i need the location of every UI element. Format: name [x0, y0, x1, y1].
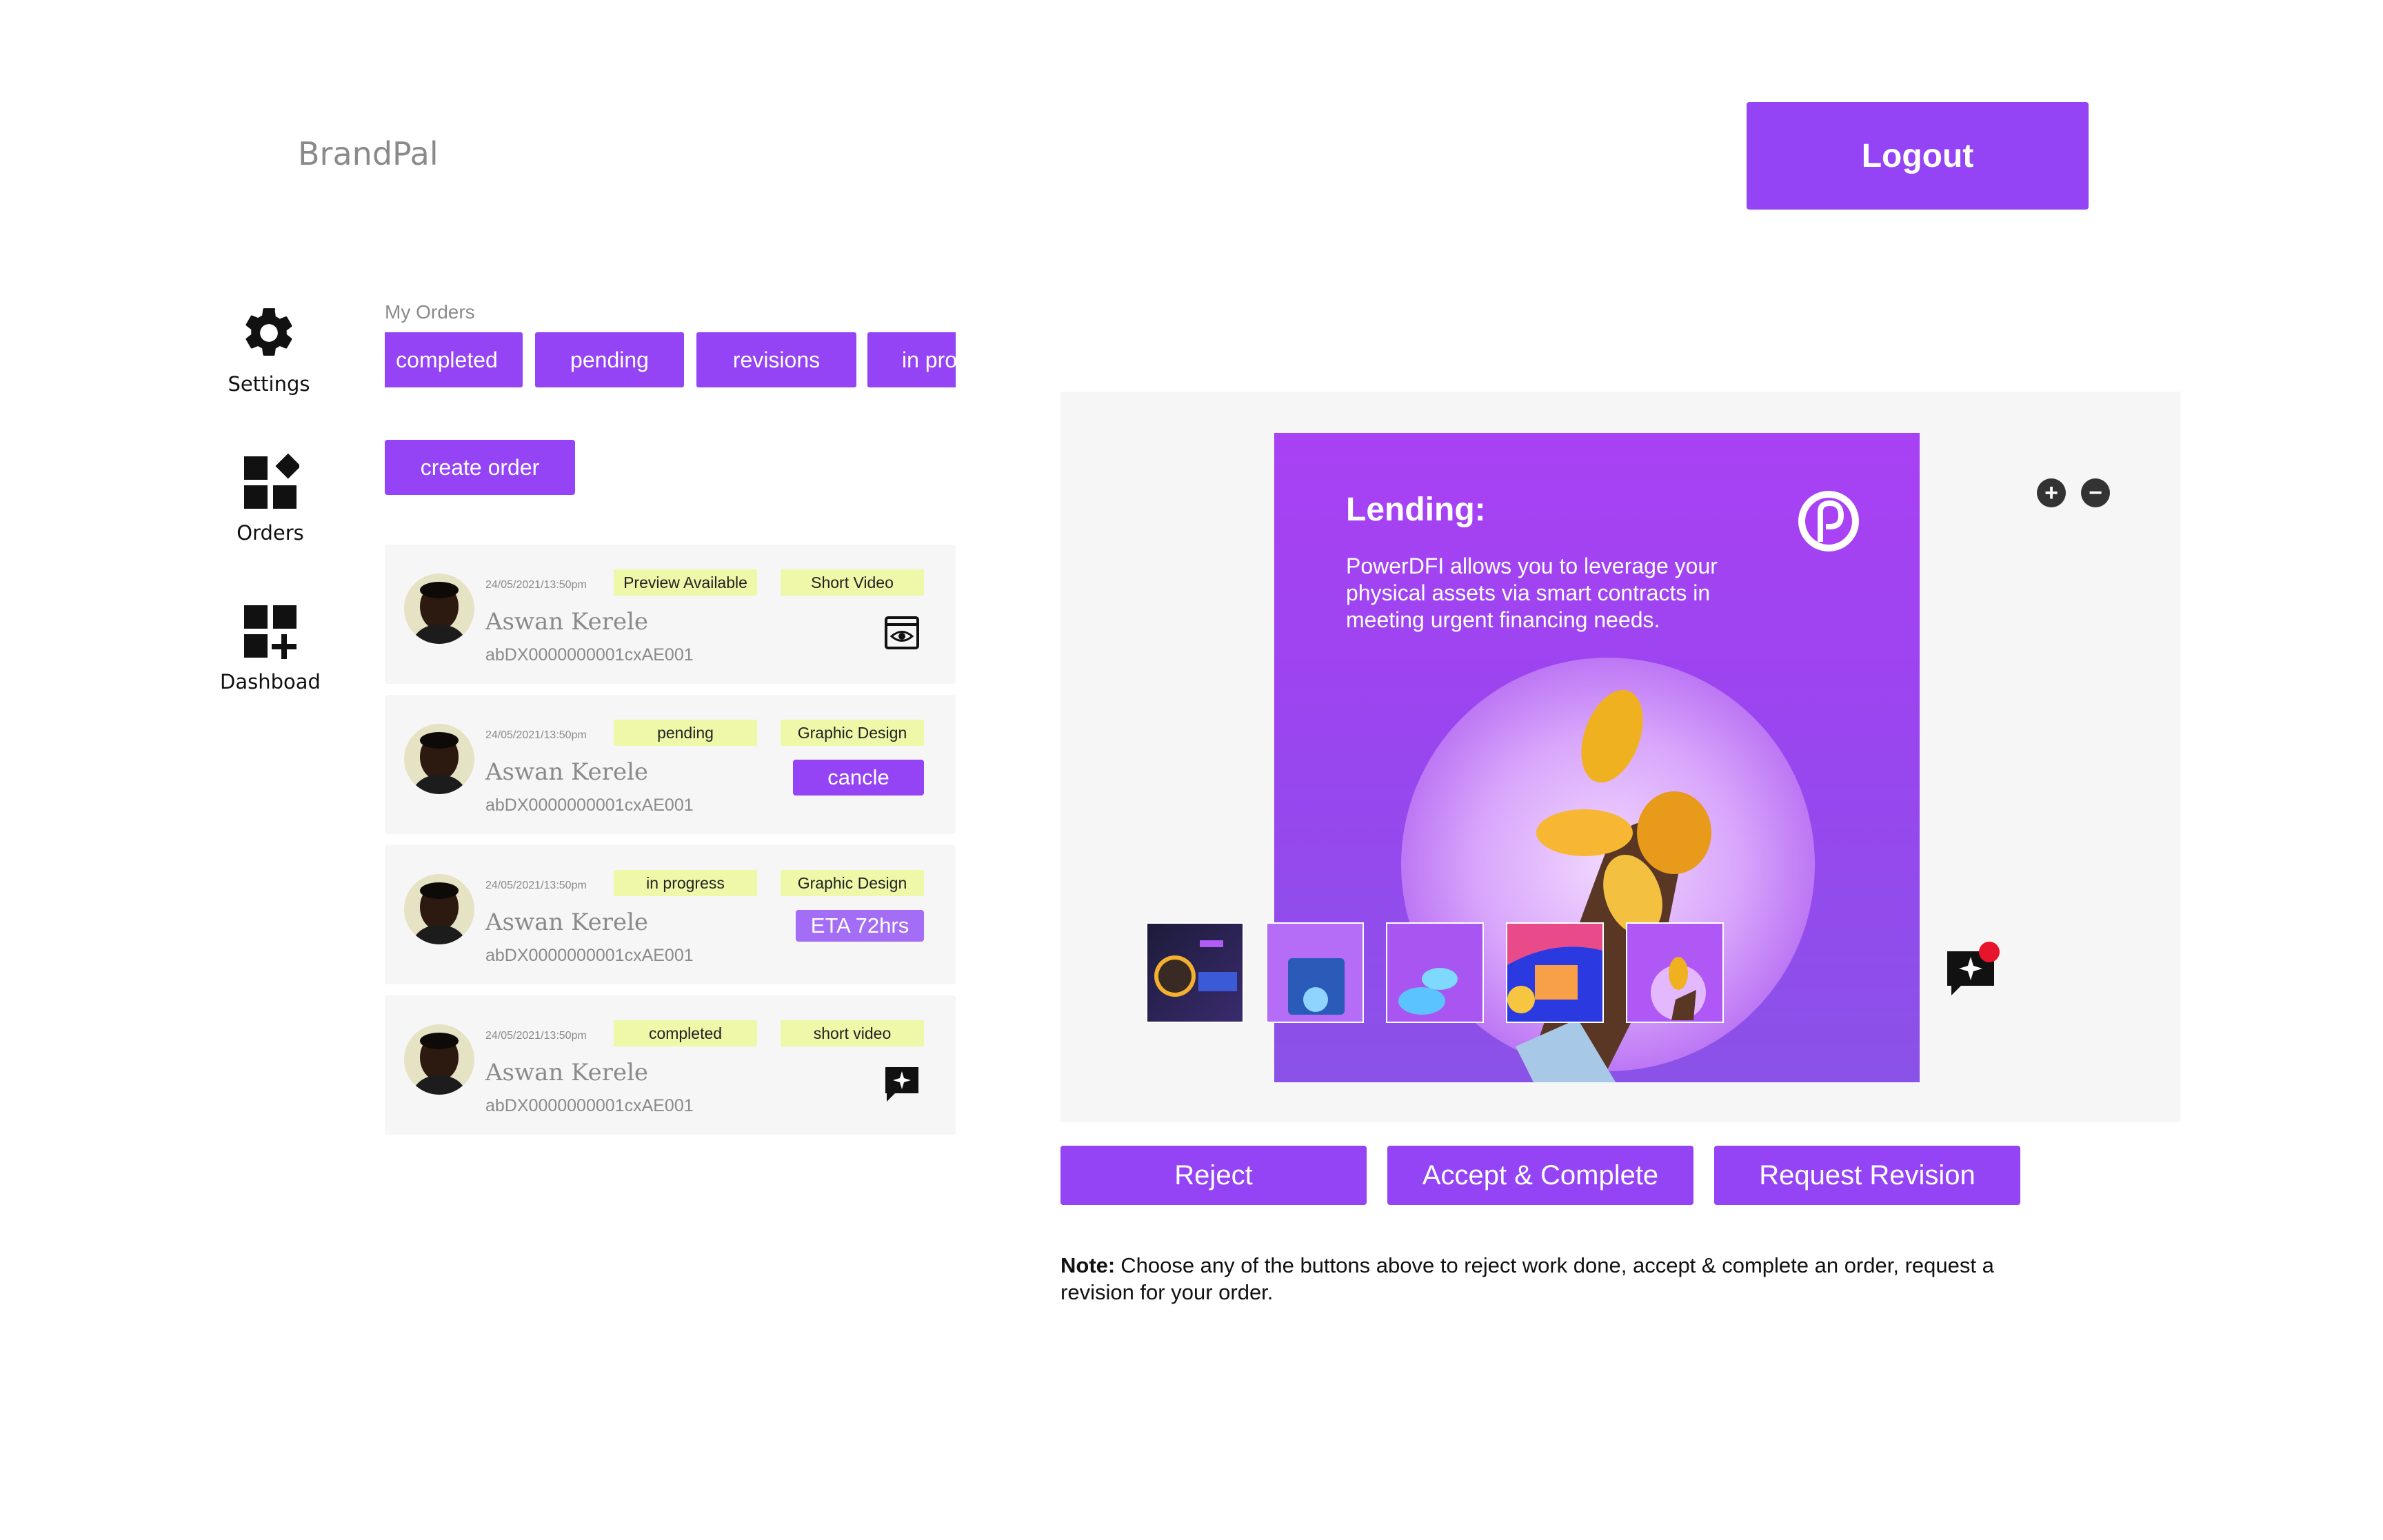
thumbnail-5[interactable] — [1626, 922, 1724, 1023]
avatar — [404, 574, 474, 644]
order-timestamp: 24/05/2021/13:50pm — [485, 1030, 587, 1042]
order-code: abDX0000000001cxAE001 — [485, 645, 694, 665]
thumbnail-4[interactable] — [1506, 922, 1604, 1023]
client-name: Aswan Kerele — [485, 608, 649, 636]
note-body: Choose any of the buttons above to rejec… — [1060, 1253, 1994, 1304]
tab-completed[interactable]: completed — [385, 332, 523, 387]
brand-logo-text: BrandPal — [298, 135, 439, 172]
order-timestamp: 24/05/2021/13:50pm — [485, 729, 587, 741]
artwork-body: PowerDFI allows you to leverage your phy… — [1346, 554, 1718, 632]
sidebar-item-settings[interactable]: Settings — [179, 303, 359, 396]
thumbnail-1[interactable] — [1146, 922, 1244, 1023]
status-badge: pending — [614, 720, 757, 746]
reject-button[interactable]: Reject — [1060, 1146, 1367, 1205]
chat-sparkle-icon[interactable] — [883, 1064, 921, 1103]
sidebar-item-label: Orders — [237, 521, 304, 545]
tab-in-progress[interactable]: in pro — [867, 332, 956, 387]
client-name: Aswan Kerele — [485, 909, 649, 936]
order-card[interactable]: 24/05/2021/13:50pm in progress Graphic D… — [385, 845, 956, 984]
notification-dot — [1979, 942, 2000, 962]
type-badge: short video — [781, 1020, 924, 1046]
order-card[interactable]: 24/05/2021/13:50pm Preview Available Sho… — [385, 545, 956, 684]
preview-eye-icon[interactable] — [883, 614, 921, 652]
artwork-title: Lending: — [1346, 492, 1486, 528]
order-status-tabs[interactable]: completed pending revisions in pro — [385, 332, 956, 387]
note-text: Note: Choose any of the buttons above to … — [1060, 1252, 2012, 1306]
type-badge: Short Video — [781, 569, 924, 596]
thumbnail-2[interactable] — [1266, 922, 1364, 1023]
gear-icon — [245, 308, 292, 356]
order-code: abDX0000000001cxAE001 — [485, 796, 694, 815]
zoom-out-button[interactable]: − — [2081, 478, 2110, 507]
avatar — [404, 724, 474, 794]
cancel-order-button[interactable]: cancle — [793, 760, 924, 796]
create-order-button[interactable]: create order — [385, 440, 575, 495]
order-timestamp: 24/05/2021/13:50pm — [485, 880, 587, 891]
sidebar-item-label: Dashboad — [220, 670, 321, 693]
status-badge: in progress — [614, 870, 757, 896]
type-badge: Graphic Design — [781, 720, 924, 746]
client-name: Aswan Kerele — [485, 758, 649, 786]
order-timestamp: 24/05/2021/13:50pm — [485, 579, 587, 591]
order-code: abDX0000000001cxAE001 — [485, 946, 694, 965]
dashboard-add-icon — [244, 605, 296, 659]
sidebar-item-dashboard[interactable]: Dashboad — [181, 602, 360, 693]
status-badge: completed — [614, 1020, 757, 1046]
sidebar-item-label: Settings — [228, 372, 310, 396]
note-label: Note: — [1060, 1253, 1116, 1277]
tab-pending[interactable]: pending — [535, 332, 684, 387]
type-badge: Graphic Design — [781, 870, 924, 896]
thumbnail-strip — [1146, 922, 1725, 1023]
zoom-in-button[interactable]: + — [2037, 478, 2066, 507]
order-code: abDX0000000001cxAE001 — [485, 1096, 694, 1115]
powerdfi-logo-icon — [1798, 491, 1859, 551]
tab-revisions[interactable]: revisions — [696, 332, 856, 387]
status-badge: Preview Available — [614, 569, 757, 596]
orders-heading: My Orders — [385, 301, 475, 323]
request-revision-button[interactable]: Request Revision — [1714, 1146, 2020, 1205]
shapes-icon — [244, 454, 299, 509]
client-name: Aswan Kerele — [485, 1059, 649, 1086]
order-card[interactable]: 24/05/2021/13:50pm completed short video… — [385, 995, 956, 1135]
order-card[interactable]: 24/05/2021/13:50pm pending Graphic Desig… — [385, 695, 956, 834]
sidebar-item-orders[interactable]: Orders — [181, 454, 360, 545]
accept-complete-button[interactable]: Accept & Complete — [1387, 1146, 1693, 1205]
avatar — [404, 874, 474, 944]
logout-button[interactable]: Logout — [1747, 102, 2089, 210]
thumbnail-3[interactable] — [1386, 922, 1484, 1023]
avatar — [404, 1024, 474, 1095]
eta-badge: ETA 72hrs — [796, 910, 924, 942]
